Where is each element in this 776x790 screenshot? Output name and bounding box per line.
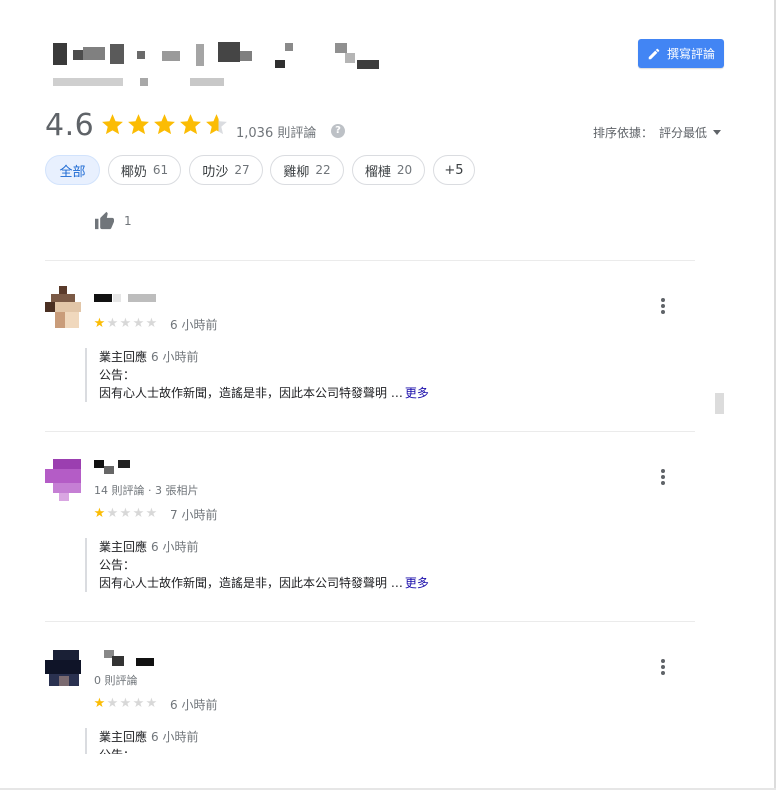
sort-label: 排序依據： bbox=[593, 126, 654, 140]
star-icon: ★ bbox=[119, 506, 132, 521]
owner-response: 業主回應 6 小時前 公告： 因有心人士故作新聞，造謠是非，因此本公司特發聲明 …… bbox=[85, 348, 429, 402]
star-icon: ★ bbox=[93, 506, 106, 521]
owner-response-line: 公告： bbox=[99, 558, 136, 572]
star-icon: ★ bbox=[132, 506, 145, 521]
review-stars: ★ ★ ★ ★ ★ bbox=[93, 507, 158, 521]
star-icon bbox=[180, 114, 201, 135]
write-review-button[interactable]: 撰寫評論 bbox=[638, 39, 724, 68]
like-button[interactable]: 1 bbox=[94, 211, 132, 230]
sort-value: 評分最低 bbox=[659, 126, 708, 140]
more-options-icon[interactable] bbox=[660, 659, 666, 675]
review-stars: ★ ★ ★ ★ ★ bbox=[93, 317, 158, 331]
review-time: 6 小時前 bbox=[170, 698, 218, 712]
star-icon: ★ bbox=[93, 316, 106, 331]
avatar[interactable] bbox=[45, 459, 81, 503]
more-options-icon[interactable] bbox=[660, 298, 666, 314]
chip-coconut[interactable]: 椰奶 61 bbox=[108, 155, 181, 185]
star-icon: ★ bbox=[106, 696, 119, 711]
thumbs-up-icon bbox=[95, 211, 114, 230]
reviewer-meta[interactable]: 14 則評論 · 3 張相片 bbox=[94, 482, 198, 498]
help-icon[interactable]: ? bbox=[331, 124, 345, 138]
more-options-icon[interactable] bbox=[660, 469, 666, 485]
chip-more[interactable]: +5 bbox=[433, 155, 475, 185]
owner-response-label: 業主回應 bbox=[99, 350, 148, 364]
scrollbar-thumb[interactable] bbox=[715, 393, 724, 414]
average-rating: 4.6 bbox=[45, 108, 95, 143]
review-stars: ★ ★ ★ ★ ★ bbox=[93, 697, 158, 711]
owner-response-line: 公告： bbox=[99, 746, 198, 754]
star-icon: ★ bbox=[132, 316, 145, 331]
chevron-down-icon bbox=[713, 130, 722, 135]
star-icon: ★ bbox=[145, 696, 158, 711]
like-count: 1 bbox=[124, 213, 132, 228]
owner-response: 業主回應6 小時前 公告： bbox=[85, 728, 198, 754]
star-icon: ★ bbox=[119, 696, 132, 711]
star-icon bbox=[102, 114, 123, 135]
more-link[interactable]: 更多 bbox=[405, 386, 429, 400]
owner-response-text: 因有心人士故作新聞，造謠是非，因此本公司特發聲明 … bbox=[99, 386, 403, 400]
chip-durian[interactable]: 榴槤 20 bbox=[352, 155, 425, 185]
star-icon: ★ bbox=[106, 506, 119, 521]
owner-response-line: 公告： bbox=[99, 368, 136, 382]
divider bbox=[45, 621, 695, 622]
star-icon bbox=[154, 114, 175, 135]
rating-stars bbox=[100, 112, 230, 142]
star-icon bbox=[128, 114, 149, 135]
review-time: 7 小時前 bbox=[170, 508, 218, 522]
review-time: 6 小時前 bbox=[170, 318, 218, 332]
star-icon: ★ bbox=[93, 696, 106, 711]
star-icon bbox=[206, 114, 227, 135]
avatar[interactable] bbox=[45, 286, 81, 330]
divider bbox=[45, 431, 695, 432]
reviewer-meta[interactable]: 0 則評論 bbox=[94, 672, 138, 688]
sort-dropdown[interactable]: 排序依據： 評分最低 bbox=[593, 124, 722, 141]
star-icon: ★ bbox=[145, 506, 158, 521]
star-icon: ★ bbox=[119, 316, 132, 331]
star-icon: ★ bbox=[132, 696, 145, 711]
divider bbox=[45, 260, 695, 261]
chip-laksa[interactable]: 叻沙 27 bbox=[189, 155, 263, 185]
more-link[interactable]: 更多 bbox=[405, 576, 429, 590]
star-icon: ★ bbox=[106, 316, 119, 331]
star-icon: ★ bbox=[145, 316, 158, 331]
avatar[interactable] bbox=[45, 650, 81, 694]
pencil-icon bbox=[648, 48, 660, 59]
owner-response-time: 6 小時前 bbox=[151, 540, 199, 554]
review-count[interactable]: 1,036 則評論 bbox=[236, 122, 316, 141]
owner-response-label: 業主回應 bbox=[99, 540, 148, 554]
write-review-label: 撰寫評論 bbox=[666, 47, 715, 61]
chip-chicken[interactable]: 雞柳 22 bbox=[270, 155, 344, 185]
owner-response-time: 6 小時前 bbox=[151, 730, 199, 744]
owner-response-time: 6 小時前 bbox=[151, 350, 199, 364]
owner-response-label: 業主回應 bbox=[99, 730, 148, 744]
owner-response-text: 因有心人士故作新聞，造謠是非，因此本公司特發聲明 … bbox=[99, 576, 403, 590]
chip-all[interactable]: 全部 bbox=[45, 155, 100, 185]
owner-response: 業主回應 6 小時前 公告： 因有心人士故作新聞，造謠是非，因此本公司特發聲明 …… bbox=[85, 538, 429, 592]
